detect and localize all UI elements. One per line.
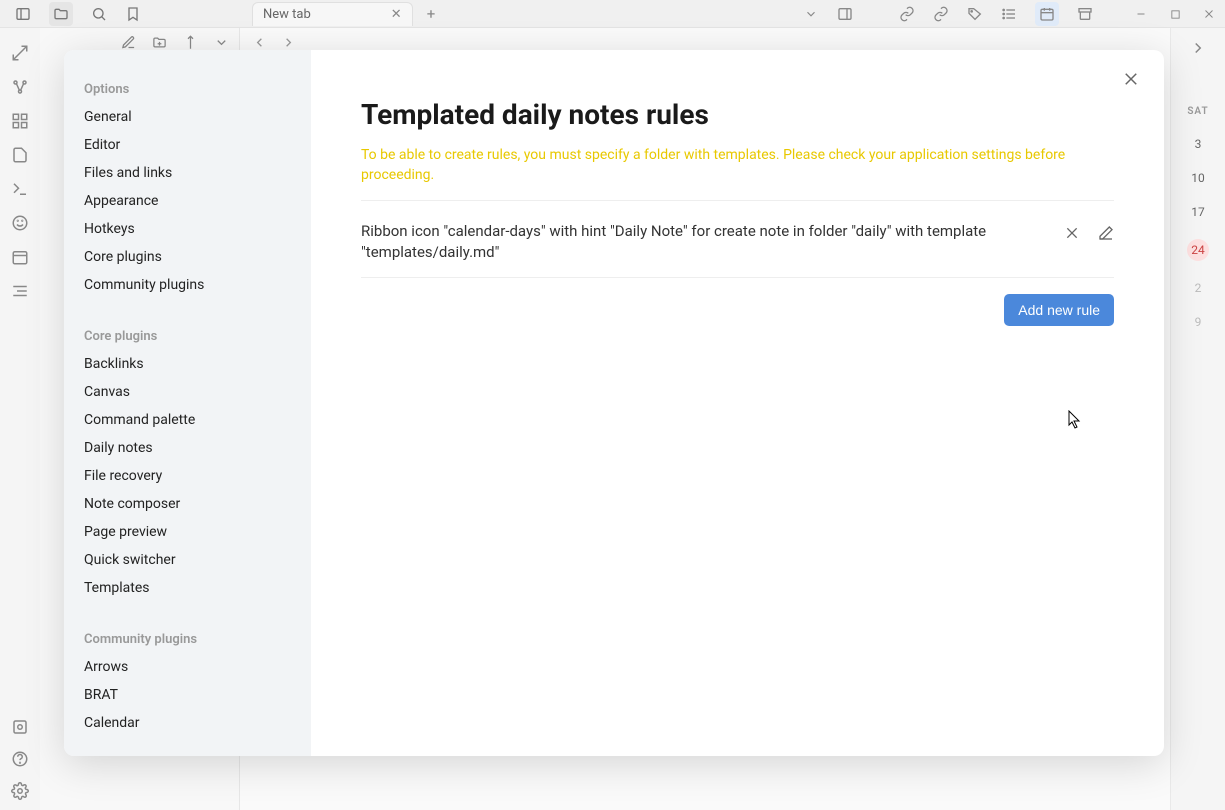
chevron-right-icon[interactable]: [1189, 39, 1207, 57]
settings-nav-item[interactable]: Appearance: [64, 187, 311, 215]
settings-nav-item[interactable]: Page preview: [64, 518, 311, 546]
calendar-day[interactable]: 17: [1191, 205, 1205, 219]
tabs-area: New tab ✕ +: [246, 0, 435, 27]
settings-nav-item[interactable]: General: [64, 103, 311, 131]
minimize-icon[interactable]: [1133, 6, 1149, 22]
graph-icon[interactable]: [11, 78, 29, 96]
edit-rule-icon[interactable]: [1098, 225, 1114, 241]
settings-nav-item[interactable]: Editor: [64, 131, 311, 159]
vault-icon[interactable]: [11, 718, 29, 736]
collapse-icon[interactable]: [214, 35, 229, 50]
canvas-icon[interactable]: [11, 112, 29, 130]
settings-nav-item[interactable]: Templates: [64, 574, 311, 602]
settings-section-title: Core plugins: [64, 323, 311, 350]
right-calendar-panel: SAT 3 10 17 24 2 9: [1170, 28, 1225, 810]
calendar-day[interactable]: 10: [1191, 171, 1205, 185]
folder-icon[interactable]: [49, 2, 73, 26]
settings-nav-item[interactable]: BRAT: [64, 681, 311, 709]
add-rule-button[interactable]: Add new rule: [1004, 294, 1114, 326]
rule-row: Ribbon icon "calendar-days" with hint "D…: [361, 213, 1114, 278]
emoji-icon[interactable]: [11, 214, 29, 232]
settings-sidebar: OptionsGeneralEditorFiles and linksAppea…: [64, 50, 311, 756]
add-rule-row: Add new rule: [361, 278, 1114, 326]
nav-forward-icon[interactable]: [281, 35, 296, 50]
calendar-nav: [1171, 28, 1225, 68]
help-icon[interactable]: [11, 750, 29, 768]
settings-nav-item[interactable]: Command palette: [64, 406, 311, 434]
settings-nav-item[interactable]: Calendar: [64, 709, 311, 737]
settings-nav-item[interactable]: Community plugins: [64, 271, 311, 299]
settings-nav-item[interactable]: Daily notes: [64, 434, 311, 462]
ribbon-bottom: [0, 718, 40, 800]
nav-back-icon[interactable]: [252, 35, 267, 50]
divider: [361, 200, 1114, 201]
calendar-day-header: SAT: [1187, 106, 1208, 117]
tag-icon[interactable]: [967, 6, 983, 22]
sidebar-toggle-icon[interactable]: [15, 6, 31, 22]
delete-rule-icon[interactable]: [1064, 225, 1080, 241]
settings-modal: OptionsGeneralEditorFiles and linksAppea…: [64, 50, 1164, 756]
list-icon[interactable]: [1001, 6, 1017, 22]
calendar-day[interactable]: 2: [1195, 281, 1202, 295]
settings-section-title: Options: [64, 76, 311, 103]
new-note-icon[interactable]: [121, 35, 136, 50]
settings-nav-item[interactable]: Canvas: [64, 378, 311, 406]
tab-new[interactable]: New tab ✕: [252, 2, 413, 26]
archive-icon[interactable]: [1077, 6, 1093, 22]
settings-nav-item[interactable]: Files and links: [64, 159, 311, 187]
link-out-icon[interactable]: [933, 6, 949, 22]
link-in-icon[interactable]: [899, 6, 915, 22]
bookmark-icon[interactable]: [125, 6, 141, 22]
settings-warning: To be able to create rules, you must spe…: [361, 145, 1114, 186]
quick-switcher-icon[interactable]: [11, 44, 29, 62]
new-folder-icon[interactable]: [152, 35, 167, 50]
settings-nav-item[interactable]: Hotkeys: [64, 215, 311, 243]
search-icon[interactable]: [91, 6, 107, 22]
title-bar: New tab ✕ +: [0, 0, 1225, 28]
settings-nav-item[interactable]: File recovery: [64, 462, 311, 490]
settings-section-title: Community plugins: [64, 626, 311, 653]
tab-label: New tab: [263, 7, 311, 22]
command-icon[interactable]: [11, 180, 29, 198]
indent-icon[interactable]: [11, 282, 29, 300]
window-close-icon[interactable]: [1201, 6, 1217, 22]
calendar-days-icon[interactable]: [11, 248, 29, 266]
settings-icon[interactable]: [11, 782, 29, 800]
maximize-icon[interactable]: [1167, 6, 1183, 22]
chevron-down-icon[interactable]: [803, 6, 819, 22]
note-icon[interactable]: [11, 146, 29, 164]
settings-title: Templated daily notes rules: [361, 98, 1114, 131]
calendar-column: SAT 3 10 17 24 2 9: [1171, 68, 1225, 329]
close-icon[interactable]: ✕: [391, 7, 402, 22]
calendar-day[interactable]: 9: [1195, 315, 1202, 329]
close-icon[interactable]: [1122, 70, 1140, 88]
title-bar-right-icons: [803, 0, 1217, 28]
calendar-day-today[interactable]: 24: [1187, 239, 1209, 261]
left-ribbon: [0, 28, 40, 810]
settings-nav-item[interactable]: Arrows: [64, 653, 311, 681]
settings-nav-item[interactable]: Backlinks: [64, 350, 311, 378]
settings-nav-item[interactable]: Note composer: [64, 490, 311, 518]
calendar-icon[interactable]: [1035, 2, 1059, 26]
settings-nav-item[interactable]: Core plugins: [64, 243, 311, 271]
settings-body: Templated daily notes rules To be able t…: [311, 50, 1164, 756]
calendar-day[interactable]: 3: [1195, 137, 1202, 151]
title-bar-left-icons: [0, 2, 141, 26]
sort-icon[interactable]: [183, 35, 198, 50]
settings-nav-item[interactable]: Quick switcher: [64, 546, 311, 574]
add-tab-button[interactable]: +: [427, 5, 436, 23]
right-sidebar-toggle-icon[interactable]: [837, 6, 853, 22]
rule-description: Ribbon icon "calendar-days" with hint "D…: [361, 221, 1044, 263]
rule-actions: [1044, 221, 1114, 241]
